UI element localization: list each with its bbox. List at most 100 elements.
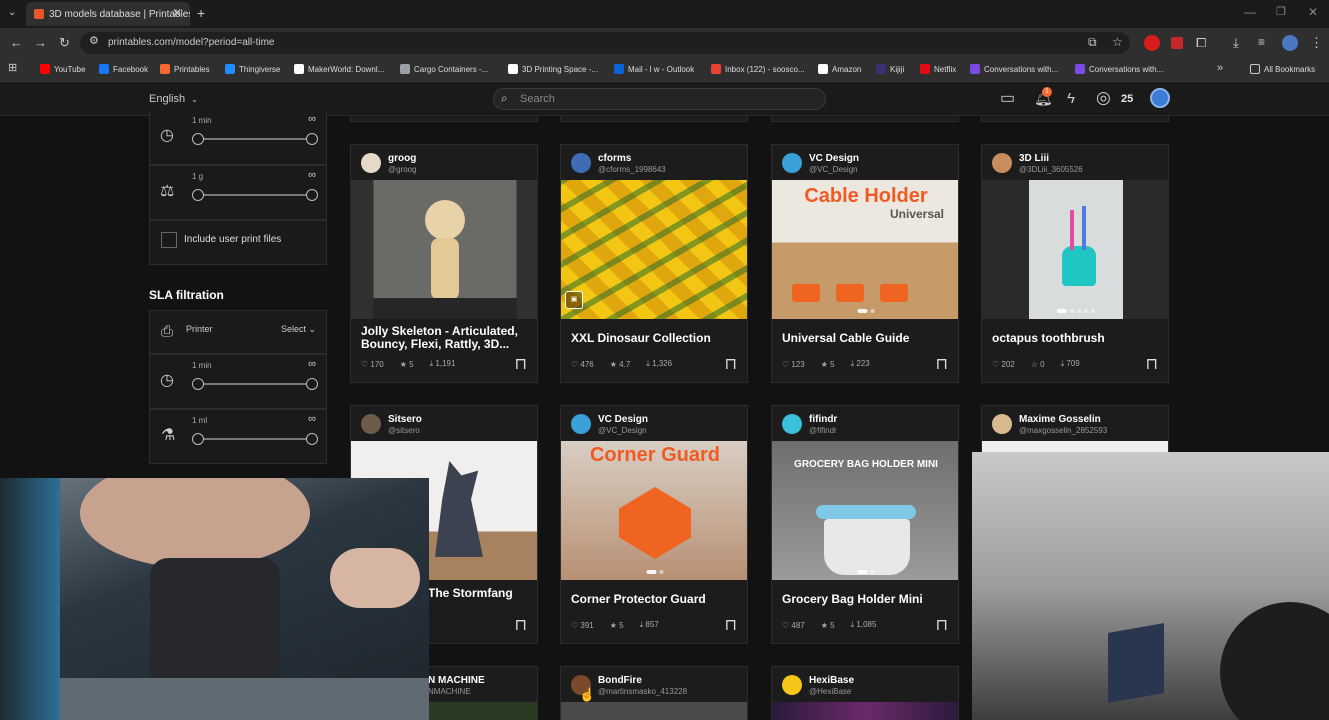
browser-tab[interactable]: 3D models database | Printables <box>26 2 190 26</box>
likes[interactable]: ♡ 170 <box>361 360 384 369</box>
more-bookmarks-icon[interactable]: » <box>1217 63 1223 74</box>
model-card[interactable]: HexiBase @HexiBase <box>771 666 959 720</box>
extensions-puzzle-icon[interactable]: ⧠ <box>1196 36 1206 49</box>
install-app-icon[interactable]: ⧉ <box>1088 36 1097 48</box>
bookmark-icon[interactable]: ⊓ <box>1146 354 1158 374</box>
tab-search-icon[interactable]: ⌄ <box>8 8 16 18</box>
slider-max-handle[interactable] <box>306 133 318 145</box>
bookmark-item[interactable]: Mail - l w - Outlook <box>614 64 694 74</box>
carousel-dots[interactable] <box>646 570 664 574</box>
bookmark-icon[interactable]: ⊓ <box>725 354 737 374</box>
chrome-menu-icon[interactable]: ⋮ <box>1310 36 1323 49</box>
author-name[interactable]: HexiBase <box>809 675 854 686</box>
bookmark-item[interactable]: Facebook <box>99 64 148 74</box>
avatar[interactable] <box>782 675 802 695</box>
bookmark-icon[interactable]: ⊓ <box>515 354 527 374</box>
messages-icon[interactable]: ▭ <box>1000 91 1015 107</box>
slider-min-handle[interactable] <box>192 189 204 201</box>
slider-min-handle[interactable] <box>192 378 204 390</box>
bookmark-icon[interactable]: ⊓ <box>936 354 948 374</box>
avatar[interactable] <box>361 153 381 173</box>
restore-icon[interactable]: ❐ <box>1276 7 1286 18</box>
author-name[interactable]: 3D Liii <box>1019 153 1049 164</box>
apps-grid-icon[interactable]: ⊞ <box>8 63 17 74</box>
author-name[interactable]: groog <box>388 153 416 164</box>
slider-min-handle[interactable] <box>192 133 204 145</box>
language-select[interactable]: English ⌄ <box>149 93 198 105</box>
bookmark-item[interactable]: Conversations with... <box>1075 64 1163 74</box>
bookmark-item[interactable]: Printables <box>160 64 210 74</box>
extension-vpn-icon[interactable] <box>1144 35 1160 51</box>
include-prints-checkbox[interactable] <box>161 232 177 248</box>
slider-max-handle[interactable] <box>306 189 318 201</box>
bookmark-item[interactable]: Amazon <box>818 64 861 74</box>
bookmark-item[interactable]: Conversations with... <box>970 64 1058 74</box>
slider-max-handle[interactable] <box>306 433 318 445</box>
avatar[interactable] <box>992 153 1012 173</box>
bookmark-item[interactable]: YouTube <box>40 64 85 74</box>
author-name[interactable]: N MACHINE <box>428 675 485 686</box>
bookmark-item[interactable]: Thingiverse <box>225 64 280 74</box>
bookmark-icon[interactable]: ⊓ <box>515 615 527 635</box>
bookmark-item[interactable]: Inbox (122) - soosco... <box>711 64 805 74</box>
avatar[interactable] <box>571 414 591 434</box>
model-title[interactable]: Jolly Skeleton - Articulated, Bouncy, Fl… <box>361 325 531 351</box>
sla-volume-slider[interactable] <box>192 433 318 445</box>
search-input[interactable]: ⌕ Search <box>493 88 826 110</box>
slider-min-handle[interactable] <box>192 433 204 445</box>
author-name[interactable]: fifindr <box>809 414 837 425</box>
printer-select[interactable]: Select ⌄ <box>281 324 316 335</box>
profile-avatar[interactable] <box>1282 35 1298 51</box>
author-name[interactable]: VC Design <box>598 414 648 425</box>
model-card[interactable]: VC Design @VC_Design Cable Holder Univer… <box>771 144 959 383</box>
window-close-icon[interactable]: ✕ <box>1308 6 1318 18</box>
bookmark-icon[interactable]: ⊓ <box>725 615 737 635</box>
bookmark-item[interactable]: MakerWorld: Downl... <box>294 64 384 74</box>
model-title[interactable]: Universal Cable Guide <box>782 332 952 345</box>
sla-time-slider[interactable] <box>192 378 318 390</box>
likes[interactable]: ♡ 476 <box>571 360 594 369</box>
carousel-dots[interactable] <box>857 570 875 574</box>
forward-icon[interactable]: → <box>34 36 47 49</box>
model-thumbnail[interactable]: Corner Guard <box>561 441 747 580</box>
likes[interactable]: ♡ 123 <box>782 360 805 369</box>
carousel-dots[interactable] <box>857 309 875 313</box>
avatar[interactable] <box>782 414 802 434</box>
model-card[interactable]: groog @groog Jolly Skeleton - Articulate… <box>350 144 538 383</box>
model-thumbnail[interactable] <box>772 702 958 720</box>
model-title[interactable]: Corner Protector Guard <box>571 593 741 606</box>
model-card[interactable]: fifindr @fifindr GROCERY BAG HOLDER MINI… <box>771 405 959 644</box>
model-card[interactable]: cforms @cforms_1998643 ▣ XXL Dinosaur Co… <box>560 144 748 383</box>
likes[interactable]: ♡ 487 <box>782 621 805 630</box>
model-card[interactable]: VC Design @VC_Design Corner Guard Corner… <box>560 405 748 644</box>
model-card[interactable]: BondFire @martinsmasko_413228 ☝ <box>560 666 748 720</box>
likes[interactable]: ♡ 391 <box>571 621 594 630</box>
author-name[interactable]: Maxime Gosselin <box>1019 414 1101 425</box>
weight-slider[interactable] <box>192 189 318 201</box>
bookmark-item[interactable]: 3D Printing Space -... <box>508 64 598 74</box>
likes[interactable]: ♡ 202 <box>992 360 1015 369</box>
back-icon[interactable]: ← <box>10 36 23 49</box>
new-tab-icon[interactable]: + <box>197 6 205 20</box>
lightning-icon[interactable]: ϟ <box>1067 91 1075 106</box>
author-name[interactable]: Sitsero <box>388 414 422 425</box>
avatar[interactable] <box>782 153 802 173</box>
model-card[interactable]: 3D Liii @3DLiii_3605526 octapus toothbru… <box>981 144 1169 383</box>
bookmark-item[interactable]: Netflix <box>920 64 956 74</box>
model-thumbnail[interactable] <box>351 180 537 319</box>
bookmark-icon[interactable]: ⊓ <box>936 615 948 635</box>
avatar[interactable] <box>992 414 1012 434</box>
minimize-icon[interactable]: — <box>1244 6 1256 18</box>
model-thumbnail[interactable] <box>561 702 747 720</box>
avatar[interactable] <box>571 153 591 173</box>
extension-red-icon[interactable] <box>1171 37 1183 49</box>
site-info-icon[interactable]: ⚙ <box>89 36 99 47</box>
author-name[interactable]: VC Design <box>809 153 859 164</box>
user-avatar[interactable] <box>1150 88 1170 108</box>
author-name[interactable]: BondFire <box>598 675 642 686</box>
model-title[interactable]: XXL Dinosaur Collection <box>571 332 741 345</box>
model-title[interactable]: Grocery Bag Holder Mini <box>782 593 952 606</box>
model-title[interactable]: octapus toothbrush <box>992 332 1162 345</box>
download-icon[interactable]: ⤓ <box>1233 36 1239 49</box>
slider-max-handle[interactable] <box>306 378 318 390</box>
